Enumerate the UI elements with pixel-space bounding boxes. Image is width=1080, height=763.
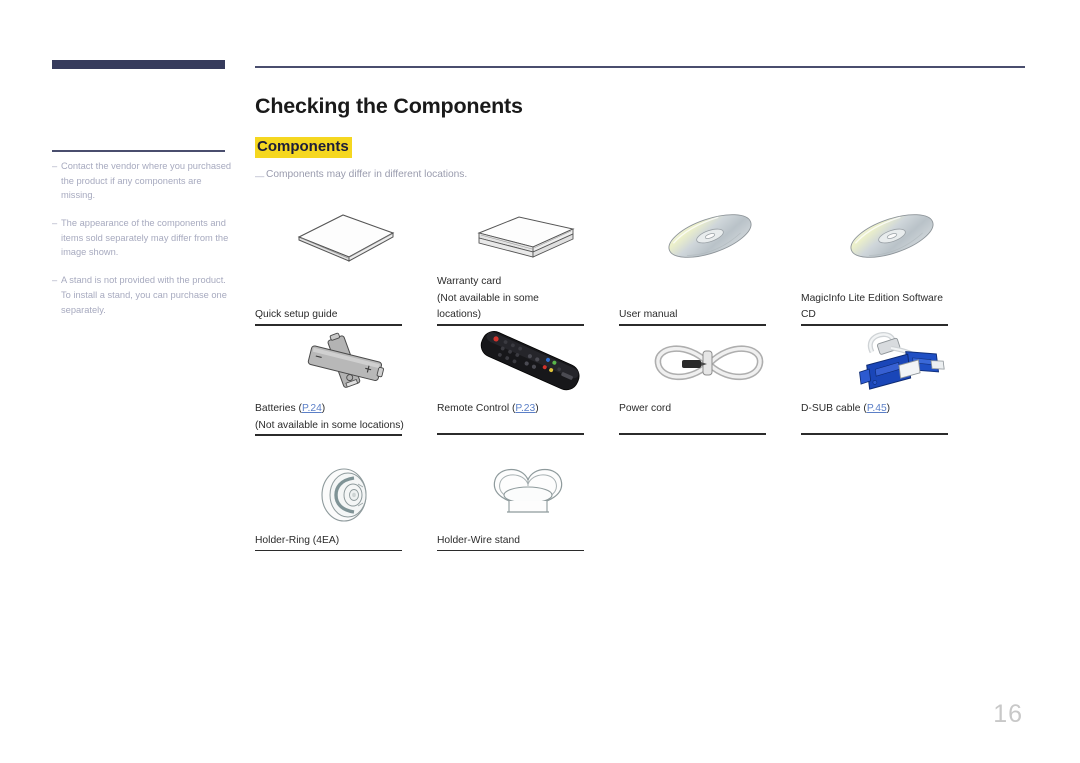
component-label-line2: CD — [801, 309, 816, 321]
sidebar-accent-bar — [52, 60, 225, 69]
sidebar-note-text: A stand is not provided with the product… — [61, 275, 227, 315]
dash-marker: – — [52, 275, 58, 286]
component-label: MagicInfo Lite Edition Software CD — [801, 272, 983, 324]
label-text: Remote Control ( — [437, 403, 516, 414]
dash-marker: — — [255, 171, 265, 182]
component-label: Quick setup guide — [255, 272, 437, 324]
component-divider — [437, 549, 584, 552]
holder-wire-stand-icon — [437, 459, 619, 531]
component-divider — [255, 324, 402, 326]
component-label: Warranty card (Not available in some loc… — [437, 272, 619, 324]
page-link-p45[interactable]: P.45 — [867, 403, 887, 414]
dash-marker: – — [52, 218, 58, 229]
component-item-empty — [619, 459, 801, 569]
batteries-icon — [255, 327, 437, 399]
component-item-holder-ring: Holder-Ring (4EA) — [255, 459, 437, 569]
component-item-empty — [801, 459, 983, 569]
components-row: Batteries (P.24) (Not available in some … — [255, 327, 1030, 459]
component-item-batteries: Batteries (P.24) (Not available in some … — [255, 327, 437, 459]
component-label: Holder-Ring (4EA) — [255, 531, 437, 550]
component-label-line1: Power cord — [619, 403, 672, 414]
component-label: Holder-Wire stand — [437, 531, 619, 550]
sidebar-divider — [52, 150, 225, 152]
section-note-text: Components may differ in different locat… — [266, 169, 468, 181]
sidebar-note: – A stand is not provided with the produ… — [52, 273, 232, 317]
component-label-line1: Quick setup guide — [255, 309, 338, 321]
component-item-remote-control: Remote Control (P.23) — [437, 327, 619, 459]
header-divider — [255, 66, 1025, 68]
card-stack-icon — [437, 200, 619, 272]
booklet-icon — [255, 200, 437, 272]
component-label-line1: Holder-Ring (4EA) — [255, 535, 340, 546]
component-divider — [619, 324, 766, 326]
component-divider — [437, 433, 584, 435]
sidebar-note: – The appearance of the components and i… — [52, 216, 232, 260]
component-label: Batteries (P.24) (Not available in some … — [255, 399, 437, 434]
page-link-p23[interactable]: P.23 — [515, 403, 535, 414]
component-item-dsub-cable: D-SUB cable (P.45) — [801, 327, 983, 459]
remote-control-icon — [437, 327, 619, 399]
component-label-line2: (Not available in some locations) — [255, 419, 404, 431]
component-item-warranty-card: Warranty card (Not available in some loc… — [437, 200, 619, 327]
label-suffix: ) — [535, 403, 539, 414]
sidebar-notes: – Contact the vendor where you purchased… — [52, 159, 232, 330]
component-label: Power cord — [619, 399, 801, 433]
components-grid: Quick setup guide Warranty card (Not ava… — [255, 200, 1030, 569]
sidebar-note: – Contact the vendor where you purchased… — [52, 159, 232, 203]
page-number: 16 — [993, 700, 1023, 728]
component-label-line1: MagicInfo Lite Edition Software — [801, 292, 943, 304]
component-label-line1: Holder-Wire stand — [437, 535, 520, 546]
component-divider — [801, 433, 948, 435]
component-item-holder-wire-stand: Holder-Wire stand — [437, 459, 619, 569]
section-heading-wrap: Components — [255, 136, 1025, 159]
label-text: Batteries ( — [255, 403, 302, 414]
sidebar-note-text: Contact the vendor where you purchased t… — [61, 161, 232, 201]
component-label-line1: Batteries (P.24) — [255, 401, 437, 418]
cd-disc-icon — [619, 200, 801, 272]
dash-marker: – — [52, 161, 58, 171]
label-suffix: ) — [886, 403, 891, 414]
main-header: Checking the Components Components — Com… — [255, 66, 1025, 184]
component-label-line1: Warranty card — [437, 276, 502, 287]
component-divider — [255, 549, 402, 552]
component-divider — [255, 434, 402, 436]
label-suffix: ) — [321, 403, 326, 414]
component-divider — [801, 324, 948, 326]
component-divider — [619, 433, 766, 435]
components-row: Holder-Ring (4EA) Holder-Wire stand — [255, 459, 1030, 569]
section-heading: Components — [255, 136, 352, 159]
component-label-line3: locations) — [437, 309, 482, 321]
component-item-magicinfo-cd: MagicInfo Lite Edition Software CD — [801, 200, 983, 327]
component-label-line1: User manual — [619, 309, 678, 321]
component-item-power-cord: Power cord — [619, 327, 801, 459]
manual-page: – Contact the vendor where you purchased… — [0, 0, 1080, 763]
cd-disc-icon — [801, 200, 983, 272]
power-cord-icon — [619, 327, 801, 399]
component-item-user-manual: User manual — [619, 200, 801, 327]
component-label-line2: (Not available in some — [437, 292, 539, 304]
component-item-quick-setup-guide: Quick setup guide — [255, 200, 437, 327]
sidebar-note-text: The appearance of the components and ite… — [61, 218, 229, 258]
sidebar: – Contact the vendor where you purchased… — [52, 60, 231, 315]
components-row: Quick setup guide Warranty card (Not ava… — [255, 200, 1030, 327]
section-note: — Components may differ in different loc… — [255, 169, 1025, 184]
component-label: User manual — [619, 272, 801, 324]
dsub-cable-icon — [801, 327, 983, 399]
page-link-p24[interactable]: P.24 — [302, 403, 322, 414]
holder-ring-icon — [255, 459, 437, 531]
component-label-line1: Remote Control (P.23) — [437, 401, 619, 418]
label-text: D-SUB cable ( — [801, 403, 867, 414]
component-label-line1: D-SUB cable (P.45) — [801, 401, 983, 418]
page-title: Checking the Components — [255, 93, 523, 118]
component-label: Remote Control (P.23) — [437, 399, 619, 433]
component-label: D-SUB cable (P.45) — [801, 399, 983, 433]
component-divider — [437, 324, 584, 326]
